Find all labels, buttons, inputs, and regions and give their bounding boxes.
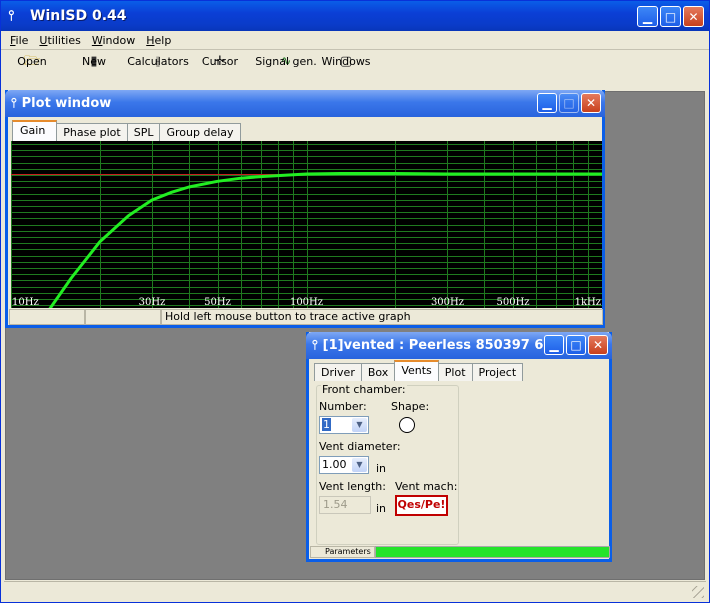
box-tabs: Driver Box Vents Plot Project <box>314 360 524 381</box>
plot-window-titlebar[interactable]: ⫯ Plot window ▁ □ ✕ <box>5 90 605 117</box>
box-close-button[interactable]: ✕ <box>588 335 608 355</box>
menu-file[interactable]: File <box>10 34 28 47</box>
vent-length-field[interactable]: 1.54 <box>319 496 371 514</box>
plot-status-bar: Hold left mouse button to trace active g… <box>9 309 603 325</box>
vent-diameter-select[interactable]: 1.00 ▼ <box>319 456 369 474</box>
tab-spl[interactable]: SPL <box>126 123 161 141</box>
winisd-app-icon: ⫯ <box>11 96 17 111</box>
cursor-button[interactable]: ✛ Cursor <box>189 51 251 70</box>
tab-project[interactable]: Project <box>471 363 524 381</box>
open-button[interactable]: 🗁 Open <box>7 51 57 70</box>
close-button[interactable]: ✕ <box>683 6 704 27</box>
vent-length-unit: in <box>376 502 387 515</box>
gain-chart-svg: 10Hz 30Hz 50Hz 100Hz 300Hz 500Hz 1kHz <box>11 141 602 311</box>
plot-window: ⫯ Plot window ▁ □ ✕ Gain Phase plot SPL … <box>5 90 605 328</box>
windows-button[interactable]: ▢ Windows <box>321 51 371 70</box>
maximize-button[interactable]: □ <box>660 6 681 27</box>
plot-tabs: Gain Phase plot SPL Group delay <box>12 120 241 141</box>
vent-diameter-value: 1.00 <box>322 458 347 471</box>
tab-group-delay[interactable]: Group delay <box>159 123 241 141</box>
box-minimize-button[interactable]: ▁ <box>544 335 564 355</box>
shape-label: Shape: <box>391 400 430 413</box>
winisd-app-icon: ⫯ <box>312 338 318 353</box>
plot-status-cell-1 <box>9 309 85 325</box>
tab-driver[interactable]: Driver <box>314 363 362 381</box>
vent-diameter-label: Vent diameter: <box>319 440 401 453</box>
x-tick-label: 500Hz <box>497 297 530 308</box>
tab-plot[interactable]: Plot <box>437 363 473 381</box>
x-tick-label: 100Hz <box>290 297 323 308</box>
calculators-button[interactable]: ⫲ Calculators <box>127 51 189 70</box>
x-tick-label: 50Hz <box>204 297 231 308</box>
plot-minimize-button[interactable]: ▁ <box>537 93 557 113</box>
box-window: ⫯ [1]vented : Peerless 850397 6.... ▁ □ … <box>306 332 612 562</box>
vent-number-value: 1 <box>322 418 331 431</box>
menu-window[interactable]: Window <box>92 34 135 47</box>
progress-bar <box>375 546 610 558</box>
signal-gen-button[interactable]: ∿ Signal gen. <box>255 51 317 70</box>
resize-grip-icon[interactable] <box>692 586 704 598</box>
winisd-app-icon: ⫯ <box>8 8 15 24</box>
circle-shape-icon[interactable] <box>399 417 415 433</box>
parameters-status: Parameters <box>310 546 375 558</box>
vent-mach-label: Vent mach: <box>395 480 458 493</box>
front-chamber-label: Front chamber: <box>321 383 407 396</box>
plot-status-cell-2 <box>85 309 161 325</box>
x-tick-label: 1kHz <box>575 297 601 308</box>
menu-help[interactable]: Help <box>146 34 171 47</box>
plot-status-hint: Hold left mouse button to trace active g… <box>161 309 603 325</box>
app-title: WinISD 0.44 <box>30 8 127 24</box>
box-status-bar: Parameters <box>310 546 610 558</box>
number-label: Number: <box>319 400 367 413</box>
menu-bar: File Utilities Window Help <box>1 31 709 50</box>
x-tick-label: 10Hz <box>12 297 39 308</box>
x-tick-label: 30Hz <box>139 297 166 308</box>
vent-mach-value: Qes/Pe! <box>395 495 448 516</box>
tab-vents[interactable]: Vents <box>394 360 439 381</box>
chevron-down-icon[interactable]: ▼ <box>352 418 367 432</box>
vent-diameter-unit: in <box>376 462 387 475</box>
toolbar: 🗁 Open ▮ New ⫲ Calculators ✛ Cursor ∿ Si… <box>1 51 709 91</box>
new-button[interactable]: ▮ New <box>61 51 127 70</box>
menu-utilities[interactable]: Utilities <box>39 34 80 47</box>
box-maximize-button[interactable]: □ <box>566 335 586 355</box>
tab-gain[interactable]: Gain <box>12 120 58 141</box>
plot-window-title: Plot window <box>21 96 112 111</box>
x-tick-label: 300Hz <box>431 297 464 308</box>
gain-plot[interactable]: 10Hz 30Hz 50Hz 100Hz 300Hz 500Hz 1kHz <box>11 141 602 311</box>
vent-length-label: Vent length: <box>319 480 386 493</box>
chevron-down-icon[interactable]: ▼ <box>352 458 367 472</box>
minimize-button[interactable]: ▁ <box>637 6 658 27</box>
main-status-bar <box>4 581 706 599</box>
plot-close-button[interactable]: ✕ <box>581 93 601 113</box>
vent-number-select[interactable]: 1 ▼ <box>319 416 369 434</box>
tab-phase-plot[interactable]: Phase plot <box>56 123 128 141</box>
box-window-title: [1]vented : Peerless 850397 6.... <box>322 338 564 353</box>
main-titlebar[interactable]: ⫯ WinISD 0.44 ▁ □ ✕ <box>1 1 709 31</box>
tab-box[interactable]: Box <box>360 363 396 381</box>
plot-maximize-button[interactable]: □ <box>559 93 579 113</box>
box-window-titlebar[interactable]: ⫯ [1]vented : Peerless 850397 6.... ▁ □ … <box>306 332 612 359</box>
